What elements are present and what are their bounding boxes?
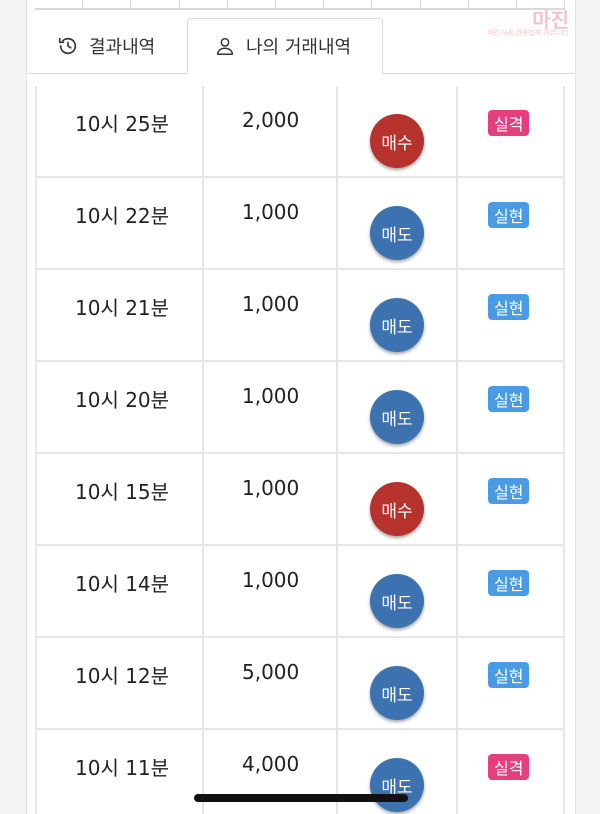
amount-cell: 1,000 — [204, 178, 338, 268]
result-cell: 실격 — [458, 730, 565, 814]
tab-my-trades[interactable]: 나의 거래내역 — [187, 18, 383, 74]
home-indicator[interactable] — [194, 794, 408, 802]
direction-cell: 매도 — [338, 638, 458, 728]
tab-results-label: 결과내역 — [89, 36, 156, 58]
tab-results[interactable]: 결과내역 — [27, 18, 187, 73]
result-cell: 실현 — [458, 454, 565, 544]
lose-status-badge: 실격 — [488, 754, 530, 780]
win-status-badge: 실현 — [488, 662, 530, 688]
sell-badge: 매도 — [370, 390, 424, 444]
direction-cell: 매도 — [338, 546, 458, 636]
amount-cell: 1,000 — [204, 362, 338, 452]
amount-cell: 2,000 — [204, 86, 338, 176]
direction-cell: 매수 — [338, 86, 458, 176]
trade-time: 10시 12분 — [75, 664, 170, 688]
user-icon — [216, 37, 234, 55]
amount-cell: 5,000 — [204, 638, 338, 728]
time-cell: 10시 12분 — [35, 638, 204, 728]
tab-my-trades-label: 나의 거래내역 — [246, 37, 352, 58]
trade-amount: 5,000 — [242, 660, 300, 684]
time-cell: 10시 11분 — [35, 730, 204, 814]
time-cell: 10시 21분 — [35, 270, 204, 360]
table-row: 10시 25분 2,000 매수 실격 — [35, 86, 565, 178]
sell-badge: 매도 — [370, 206, 424, 260]
table-row: 10시 15분 1,000 매수 실현 — [35, 454, 565, 546]
win-status-badge: 실현 — [488, 386, 530, 412]
history-icon — [58, 37, 77, 54]
table-row: 10시 22분 1,000 매도 실현 — [35, 178, 565, 270]
trade-amount: 1,000 — [242, 384, 300, 408]
trade-amount: 1,000 — [242, 476, 300, 500]
trade-amount: 1,000 — [242, 200, 300, 224]
time-cell: 10시 14분 — [35, 546, 204, 636]
amount-cell: 1,000 — [204, 270, 338, 360]
result-cell: 실현 — [458, 546, 565, 636]
time-cell: 10시 22분 — [35, 178, 204, 268]
trade-amount: 4,000 — [242, 752, 300, 776]
amount-cell: 1,000 — [204, 546, 338, 636]
time-cell: 10시 20분 — [35, 362, 204, 452]
win-status-badge: 실현 — [488, 294, 530, 320]
direction-cell: 매수 — [338, 454, 458, 544]
lose-status-badge: 실격 — [488, 110, 530, 136]
buy-badge: 매수 — [370, 114, 424, 168]
time-cell: 10시 25분 — [35, 86, 204, 176]
result-cell: 실격 — [458, 86, 565, 176]
win-status-badge: 실현 — [488, 202, 530, 228]
direction-cell: 매도 — [338, 362, 458, 452]
trade-time: 10시 15분 — [75, 480, 170, 504]
result-cell: 실현 — [458, 638, 565, 728]
trade-time: 10시 11분 — [75, 756, 170, 780]
direction-cell: 매도 — [338, 270, 458, 360]
table-row: 10시 20분 1,000 매도 실현 — [35, 362, 565, 454]
trade-time: 10시 21분 — [75, 296, 170, 320]
trade-history-panel: 마진 마진거래 검증업체 커뮤니티 결과내역 나의 거래내역 10시 25분 2,… — [26, 0, 576, 814]
sell-badge: 매도 — [370, 574, 424, 628]
table-row: 10시 21분 1,000 매도 실현 — [35, 270, 565, 362]
table-row: 10시 12분 5,000 매도 실현 — [35, 638, 565, 730]
win-status-badge: 실현 — [488, 570, 530, 596]
trade-time: 10시 14분 — [75, 572, 170, 596]
trade-time: 10시 25분 — [75, 112, 170, 136]
direction-cell: 매도 — [338, 178, 458, 268]
sell-badge: 매도 — [370, 666, 424, 720]
amount-cell: 1,000 — [204, 454, 338, 544]
trade-amount: 1,000 — [242, 568, 300, 592]
result-cell: 실현 — [458, 362, 565, 452]
result-cell: 실현 — [458, 178, 565, 268]
buy-badge: 매수 — [370, 482, 424, 536]
table-row: 10시 14분 1,000 매도 실현 — [35, 546, 565, 638]
trade-time: 10시 20분 — [75, 388, 170, 412]
previous-table-bottom — [35, 0, 566, 10]
sell-badge: 매도 — [370, 758, 424, 812]
time-cell: 10시 15분 — [35, 454, 204, 544]
trade-table: 10시 25분 2,000 매수 실격 10시 22분 1,000 매도 실현 10시 21분 1… — [35, 86, 565, 814]
trade-time: 10시 22분 — [75, 204, 170, 228]
history-tabs: 결과내역 나의 거래내역 — [27, 18, 575, 74]
win-status-badge: 실현 — [488, 478, 530, 504]
trade-amount: 2,000 — [242, 108, 300, 132]
result-cell: 실현 — [458, 270, 565, 360]
trade-amount: 1,000 — [242, 292, 300, 316]
sell-badge: 매도 — [370, 298, 424, 352]
